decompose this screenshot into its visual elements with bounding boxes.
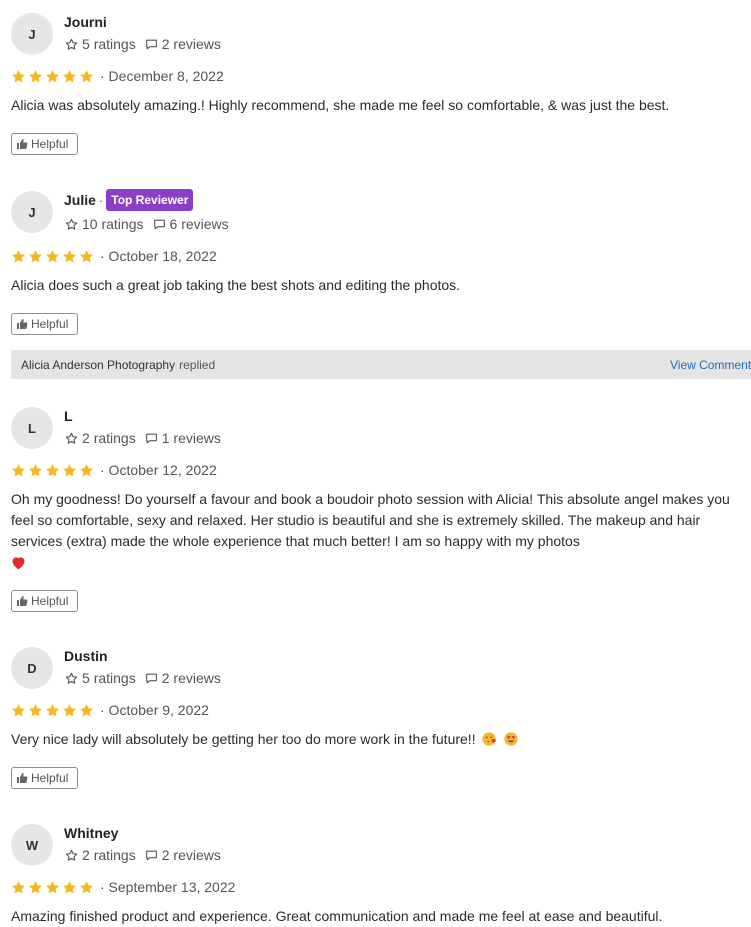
reviewer-name-row: Whitney — [64, 823, 118, 843]
ratings-label: ratings — [93, 847, 136, 863]
avatar[interactable]: W — [11, 824, 53, 866]
star-icon — [62, 880, 77, 895]
star-icon — [79, 880, 94, 895]
review-card: W Whitney 2 ratings 2 reviews · Septembe… — [0, 0, 751, 926]
comment-icon — [145, 849, 158, 862]
review-text: Amazing finished product and experience.… — [11, 908, 663, 924]
star-outline-icon — [65, 849, 78, 862]
review-date: · September 13, 2022 — [100, 879, 236, 895]
star-icon — [28, 880, 43, 895]
reviews-label: reviews — [173, 847, 221, 863]
ratings-count: 2 — [82, 847, 90, 863]
reviewer-stats: 2 ratings 2 reviews — [65, 845, 221, 865]
reviews-count: 2 — [161, 847, 170, 863]
star-rating: · September 13, 2022 — [11, 877, 235, 897]
star-icon — [11, 880, 26, 895]
star-icon — [45, 880, 60, 895]
reviewer-name[interactable]: Whitney — [64, 825, 118, 841]
